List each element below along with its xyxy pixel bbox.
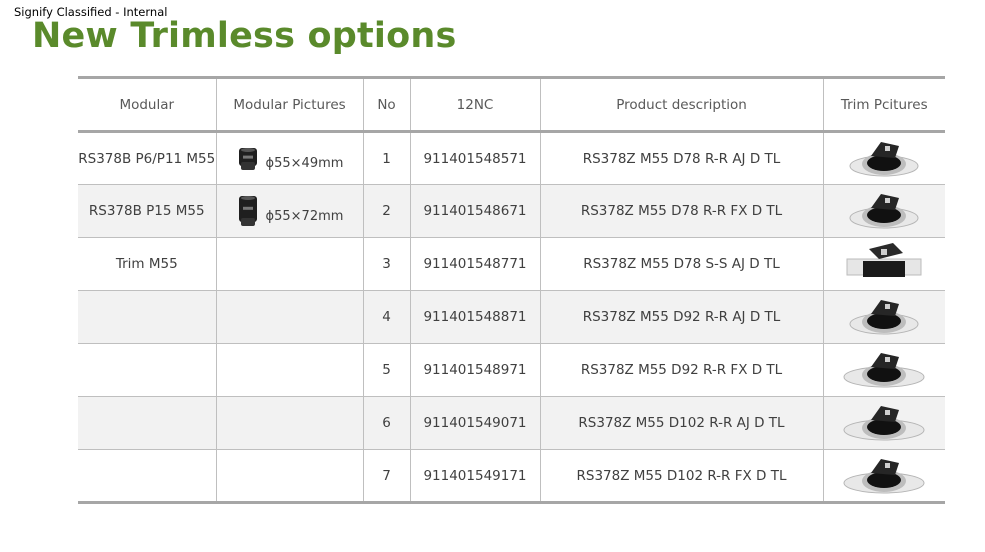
- table-row: 5 911401548971 RS378Z M55 D92 R-R FX D TL: [78, 343, 945, 397]
- trim-image: [849, 300, 919, 335]
- cell-modular: Trim M55: [78, 237, 217, 291]
- cell-12nc: 911401548871: [409, 290, 541, 344]
- table-row: RS378B P6/P11 M55 ϕ55×49mm 1 911401548571 RS…: [78, 131, 945, 185]
- table-row: 4 911401548871 RS378Z M55 D92 R-R AJ D TL: [78, 290, 945, 344]
- table-row: Trim M55 3 911401548771 RS378Z M55 D78 S-S …: [78, 237, 945, 291]
- cell-product-description: RS378Z M55 D102 R-R AJ D TL: [539, 396, 824, 450]
- module-dimension: ϕ55×49mm: [265, 156, 344, 171]
- cell-modular-picture: ϕ55×49mm: [215, 131, 364, 185]
- cell-modular: [78, 396, 217, 450]
- cell-trim-picture: [822, 396, 945, 450]
- cell-modular: RS378B P15 M55: [78, 184, 217, 238]
- cell-trim-picture: [822, 449, 945, 504]
- column-header-trim-pictures: Trim Pcitures: [822, 76, 945, 133]
- cell-12nc: 911401548671: [409, 184, 541, 238]
- cell-modular-picture: ϕ55×72mm: [215, 184, 364, 238]
- cell-12nc: 911401549071: [409, 396, 541, 450]
- cell-trim-picture: [822, 184, 945, 238]
- cell-product-description: RS378Z M55 D92 R-R FX D TL: [539, 343, 824, 397]
- cell-no: 7: [362, 449, 411, 504]
- trim-image: [843, 353, 925, 388]
- cell-modular: [78, 343, 217, 397]
- cell-modular-picture: [215, 396, 364, 450]
- cell-product-description: RS378Z M55 D78 R-R AJ D TL: [539, 131, 824, 185]
- cell-no: 1: [362, 131, 411, 185]
- cell-modular-picture: [215, 449, 364, 504]
- cell-no: 6: [362, 396, 411, 450]
- column-header-product-description: Product description: [539, 76, 824, 133]
- cell-product-description: RS378Z M55 D78 S-S AJ D TL: [539, 237, 824, 291]
- table-row: RS378B P15 M55 ϕ55×72mm 2 911401548671 RS378…: [78, 184, 945, 238]
- cell-12nc: 911401549171: [409, 449, 541, 504]
- cell-modular: [78, 290, 217, 344]
- module-image: [238, 196, 257, 226]
- cell-modular: RS378B P6/P11 M55: [78, 131, 217, 185]
- cell-product-description: RS378Z M55 D92 R-R AJ D TL: [539, 290, 824, 344]
- table-row: 6 911401549071 RS378Z M55 D102 R-R AJ D TL: [78, 396, 945, 450]
- column-header-modular: Modular: [78, 76, 217, 133]
- module-dimension: ϕ55×72mm: [265, 208, 344, 224]
- cell-12nc: 911401548571: [409, 131, 541, 185]
- cell-12nc: 911401548971: [409, 343, 541, 397]
- page-title: New Trimless options: [32, 16, 457, 56]
- trim-image: [849, 194, 919, 229]
- cell-modular-picture: [215, 237, 364, 291]
- trim-image: [843, 406, 925, 441]
- cell-modular-picture: [215, 343, 364, 397]
- cell-modular-picture: [215, 290, 364, 344]
- cell-product-description: RS378Z M55 D78 R-R FX D TL: [539, 184, 824, 238]
- column-header-no: No: [362, 76, 411, 133]
- column-header-modular-pictures: Modular Pictures: [215, 76, 364, 133]
- module-image: [238, 147, 257, 170]
- trim-image: [849, 141, 919, 176]
- cell-trim-picture: [822, 131, 945, 185]
- cell-trim-picture: [822, 343, 945, 397]
- cell-12nc: 911401548771: [409, 237, 541, 291]
- cell-trim-picture: [822, 237, 945, 291]
- cell-trim-picture: [822, 290, 945, 344]
- cell-modular: [78, 449, 217, 504]
- column-header-12nc: 12NC: [409, 76, 541, 133]
- table-header-row: Modular Modular Pictures No 12NC Product…: [78, 76, 945, 133]
- table-row: 7 911401549171 RS378Z M55 D102 R-R FX D TL: [78, 449, 945, 504]
- cell-no: 2: [362, 184, 411, 238]
- cell-no: 4: [362, 290, 411, 344]
- trim-image: [843, 458, 925, 493]
- product-table: Modular Modular Pictures No 12NC Product…: [78, 76, 945, 504]
- cell-no: 5: [362, 343, 411, 397]
- cell-product-description: RS378Z M55 D102 R-R FX D TL: [539, 449, 824, 504]
- trim-image: [846, 243, 922, 277]
- cell-no: 3: [362, 237, 411, 291]
